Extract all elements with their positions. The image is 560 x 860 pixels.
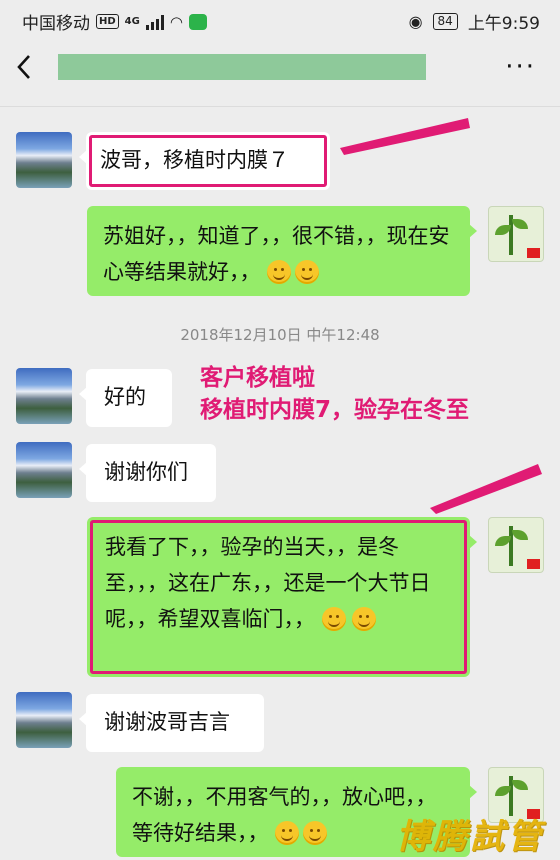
clock: 上午9:59 [467, 14, 540, 34]
self-avatar[interactable] [488, 206, 544, 262]
smile-emoji-icon [295, 260, 320, 284]
message-text: 谢谢你们 [104, 460, 188, 484]
message-bubble-left[interactable]: 谢谢你们 [79, 444, 216, 502]
status-right: ◉ 84 上午9:59 [409, 9, 540, 34]
chevron-left-icon[interactable] [14, 52, 44, 88]
status-left: 中国移动 HD 4G ◠ [22, 9, 207, 34]
pink-arrow-annotation [430, 464, 542, 514]
wifi-icon: ◠ [169, 12, 183, 31]
more-options-icon[interactable]: ··· [505, 54, 536, 80]
pink-arrow-annotation [340, 118, 470, 155]
wechat-app-icon [188, 13, 207, 30]
message-text: 谢谢波哥吉言 [104, 710, 230, 734]
smile-emoji-icon [275, 821, 300, 845]
watermark-logo: 博腾試管 [396, 817, 544, 857]
message-bubble-right[interactable]: 我看了下，，验孕的当天，，是冬至，，，这在广东，，还是一个大节日呢，，希望双喜临… [87, 517, 477, 677]
eye-icon: ◉ [408, 12, 423, 31]
message-bubble-left[interactable]: 波哥，移植时内膜７ [79, 132, 330, 190]
pink-annotation-text: 客户移植啦 移植时内膜7，验孕在冬至 [200, 362, 469, 426]
contact-avatar[interactable] [16, 692, 72, 748]
message-bubble-left[interactable]: 好的 [79, 369, 172, 427]
smile-emoji-icon [352, 607, 377, 631]
smile-emoji-icon [321, 607, 346, 631]
message-text: 好的 [104, 385, 146, 409]
contact-avatar[interactable] [16, 442, 72, 498]
signal-icon [145, 14, 164, 30]
smile-emoji-icon [267, 260, 292, 284]
contact-avatar[interactable] [16, 132, 72, 188]
status-bar: 中国移动 HD 4G ◠ ◉ 84 上午9:59 [0, 0, 560, 38]
contact-avatar[interactable] [16, 368, 72, 424]
self-avatar[interactable] [488, 517, 544, 573]
annotation-line-2: 移植时内膜7，验孕在冬至 [200, 397, 470, 423]
timestamp: 2018年12月10日 中午12:48 [180, 326, 380, 344]
smile-emoji-icon [303, 821, 328, 845]
annotation-line-1: 客户移植啦 [200, 365, 315, 391]
message-text: 波哥，移植时内膜７ [100, 148, 289, 172]
flag-icon [527, 559, 540, 569]
network-label: 4G [124, 16, 140, 27]
battery-icon: 84 [432, 13, 458, 30]
redacted-contact-name [58, 54, 426, 80]
message-bubble-left[interactable]: 谢谢波哥吉言 [79, 694, 264, 752]
message-bubble-right[interactable]: 苏姐好，，知道了，，很不错，，现在安心等结果就好，， [87, 206, 477, 296]
message-text: 我看了下，，验孕的当天，，是冬至，，，这在广东，，还是一个大节日呢，，希望双喜临… [105, 535, 431, 631]
flag-icon [527, 248, 540, 258]
chat-title-bar: ··· [0, 38, 560, 107]
carrier-label: 中国移动 [22, 14, 90, 34]
hd-icon: HD [96, 14, 119, 29]
